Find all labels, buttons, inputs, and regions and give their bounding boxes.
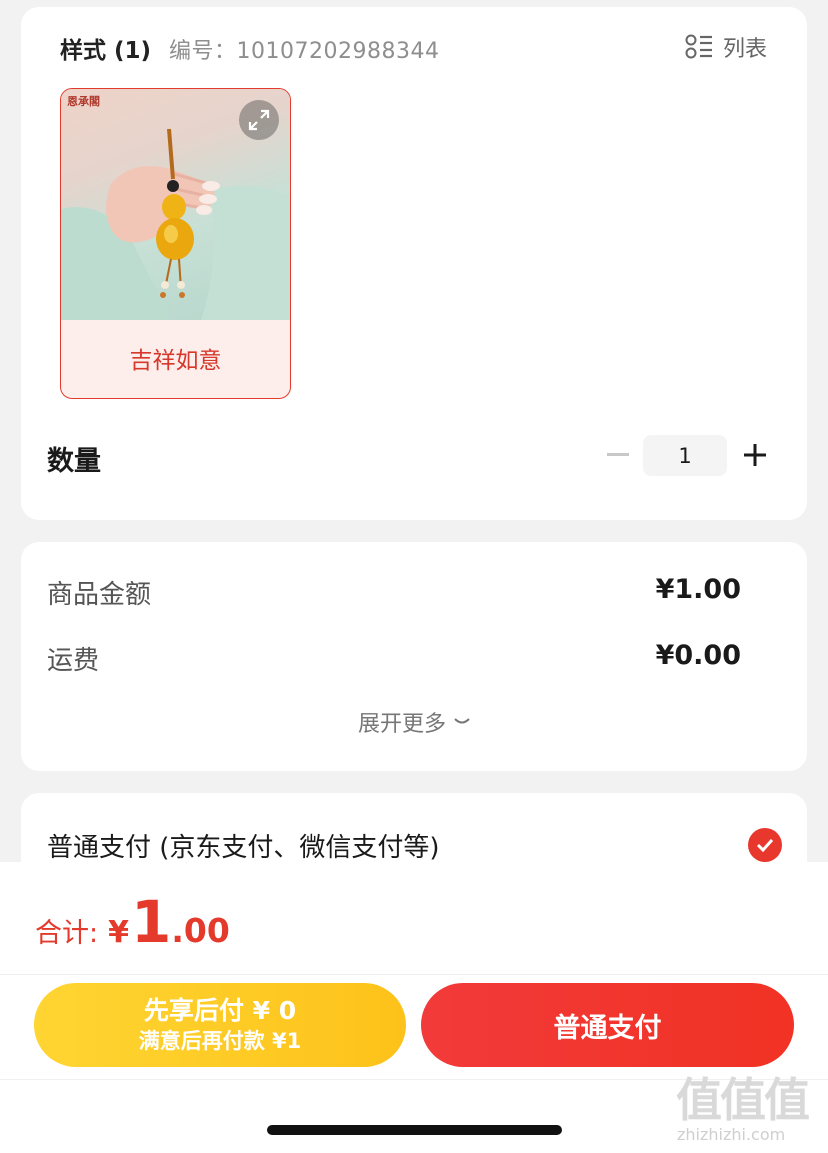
variant-image: 恩承閣 — [61, 89, 290, 320]
list-icon — [685, 34, 712, 59]
total-integer: 1 — [130, 888, 172, 956]
total-label: 合计: — [35, 918, 99, 949]
plus-icon — [744, 444, 766, 466]
pay-now-button[interactable]: 普通支付 — [421, 983, 794, 1067]
payment-selected-check[interactable] — [748, 828, 782, 862]
goods-amount-label: 商品金额 — [47, 580, 152, 610]
total-decimal: .00 — [171, 911, 230, 950]
pay-later-button[interactable]: 先享后付 ¥ 0 满意后再付款 ¥1 — [34, 983, 406, 1067]
shipping-value: ¥0.00 — [655, 640, 741, 671]
quantity-decrease-button[interactable] — [603, 437, 633, 473]
goods-amount-value: ¥1.00 — [655, 574, 741, 605]
amount-card: 商品金额 ¥1.00 运费 ¥0.00 展开更多 — [21, 542, 807, 771]
expand-more-button[interactable]: 展开更多 — [21, 706, 807, 738]
shipping-label: 运费 — [47, 646, 100, 676]
variant-label: 吉祥如意 — [129, 348, 222, 374]
quantity-label: 数量 — [47, 446, 101, 477]
expand-image-button[interactable] — [239, 100, 279, 140]
variant-option-selected[interactable]: 恩承閣 吉祥如意 — [60, 88, 291, 399]
divider — [0, 974, 828, 975]
watermark-logo: 值值值 — [676, 1073, 810, 1127]
payment-method-label: 普通支付 (京东支付、微信支付等) — [47, 833, 440, 863]
checkout-bar: 合计: ¥ 1 .00 先享后付 ¥ 0 满意后再付款 ¥1 普通支付 值值值 … — [0, 862, 828, 1153]
brand-logo-text: 恩承閣 — [67, 95, 100, 108]
quantity-increase-button[interactable] — [739, 437, 771, 473]
minus-icon — [607, 453, 629, 456]
expand-icon — [248, 109, 270, 131]
chevron-down-icon — [454, 718, 470, 724]
style-header: 样式 (1) 编号：10107202988344 — [60, 31, 440, 65]
check-icon — [756, 838, 774, 852]
style-card: 样式 (1) 编号：10107202988344 列表 恩承閣 吉祥如意 数量 … — [21, 7, 807, 520]
expand-more-label: 展开更多 — [357, 712, 446, 737]
watermark-url: zhizhizhi.com — [677, 1125, 786, 1144]
product-code: 编号：10107202988344 — [169, 39, 440, 64]
order-total: 合计: ¥ 1 .00 — [35, 888, 230, 956]
pay-later-sub-label: 满意后再付款 ¥1 — [138, 1029, 302, 1053]
list-toggle-label: 列表 — [722, 37, 767, 62]
list-view-toggle[interactable]: 列表 — [685, 31, 767, 63]
home-indicator[interactable] — [267, 1125, 562, 1135]
pay-later-main-label: 先享后付 ¥ 0 — [143, 996, 297, 1025]
style-title: 样式 (1) — [60, 38, 152, 64]
pay-now-label: 普通支付 — [553, 1012, 662, 1044]
quantity-input[interactable]: 1 — [643, 435, 727, 476]
total-currency: ¥ — [108, 915, 129, 950]
